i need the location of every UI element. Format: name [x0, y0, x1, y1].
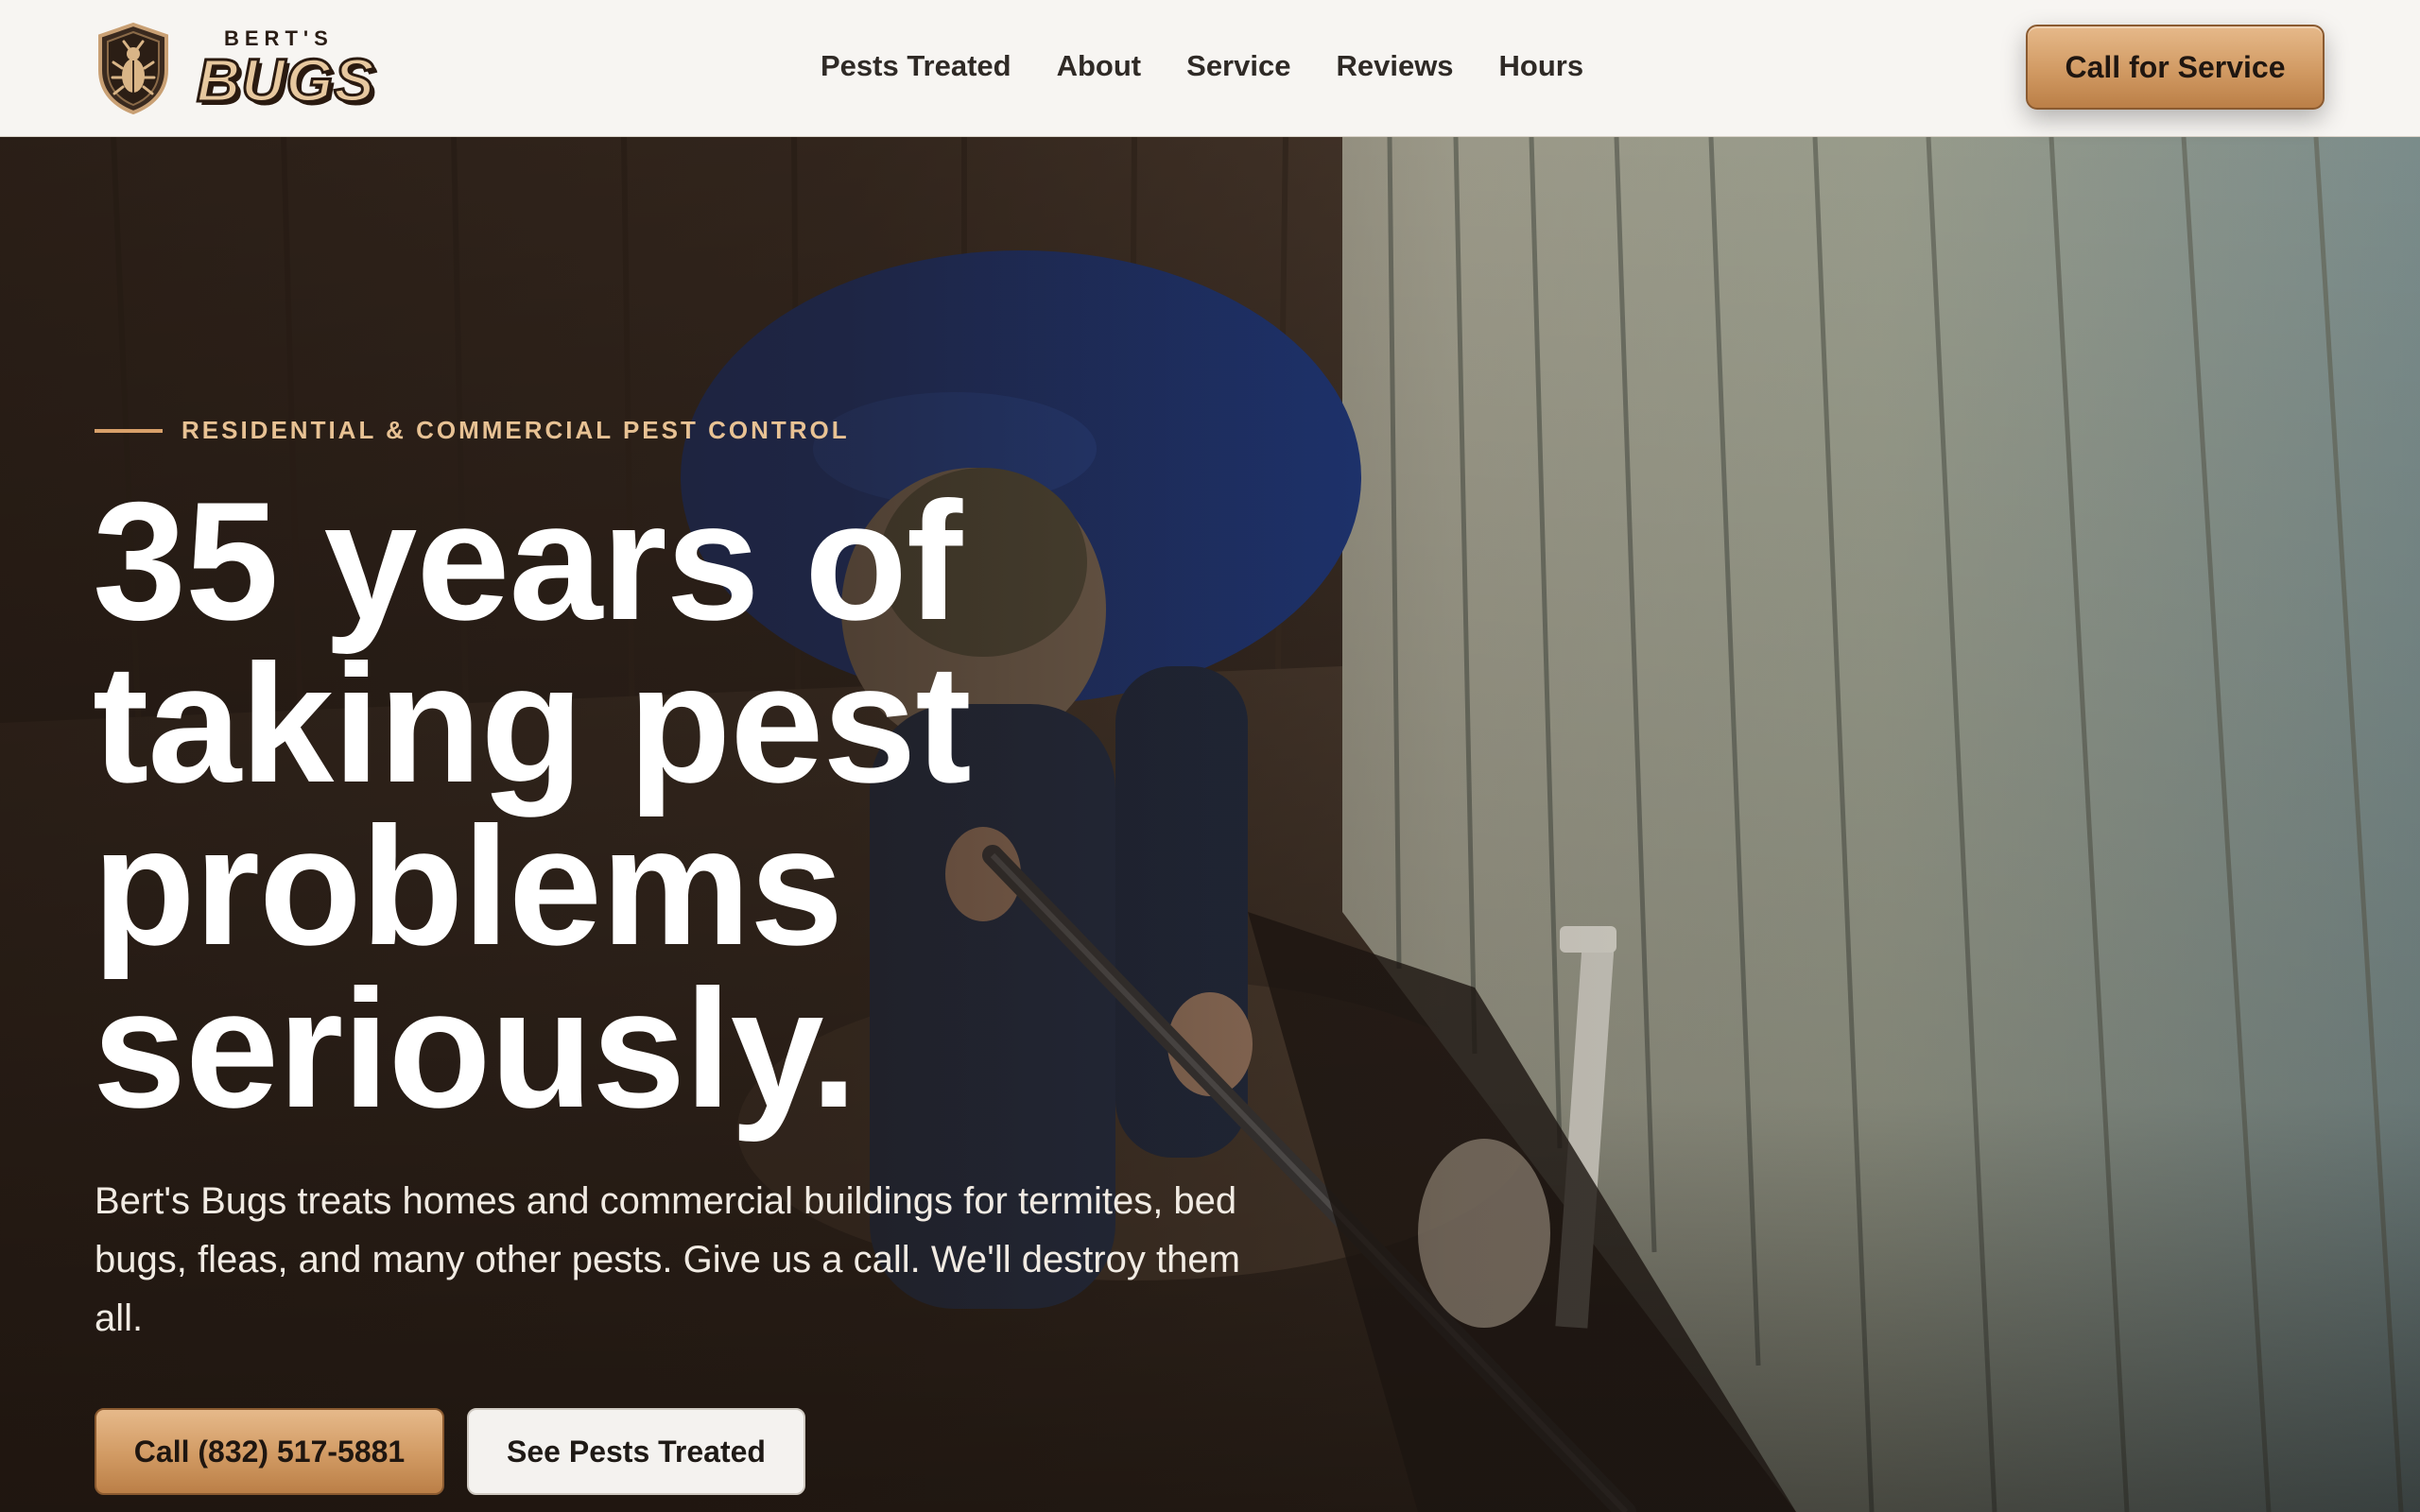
call-for-service-button[interactable]: Call for Service [2026, 25, 2325, 110]
nav-item-about[interactable]: About [1057, 49, 1142, 83]
main-nav: Pests Treated About Service Reviews Hour… [821, 47, 1583, 85]
hero-actions: Call (832) 517-5881 See Pests Treated [95, 1408, 805, 1495]
hero-eyebrow: RESIDENTIAL & COMMERCIAL PEST CONTROL [95, 416, 850, 445]
eyebrow-divider [95, 428, 163, 433]
nav-item-service[interactable]: Service [1186, 49, 1290, 83]
brand-logo[interactable]: BERT'S BUGS [95, 19, 378, 118]
nav-item-reviews[interactable]: Reviews [1336, 49, 1453, 83]
nav-item-pests-treated[interactable]: Pests Treated [821, 49, 1011, 83]
hero-description: Bert's Bugs treats homes and commercial … [95, 1180, 1240, 1339]
headline-line: seriously. [93, 954, 857, 1143]
site-header: BERT'S BUGS Pests Treated About Service … [0, 0, 2420, 137]
eyebrow-text: RESIDENTIAL & COMMERCIAL PEST CONTROL [182, 416, 850, 444]
headline-line: problems [93, 792, 843, 980]
nav-item-hours[interactable]: Hours [1499, 49, 1584, 83]
brand-name-big: BUGS [196, 45, 376, 116]
hero-headline: 35 years of taking pest problems serious… [93, 467, 1227, 1143]
headline-line: 35 years of [93, 467, 962, 655]
see-pests-treated-button[interactable]: See Pests Treated [467, 1408, 805, 1495]
call-phone-button[interactable]: Call (832) 517-5881 [95, 1408, 444, 1495]
headline-line: taking pest [93, 629, 972, 817]
bug-shield-icon [98, 22, 168, 115]
